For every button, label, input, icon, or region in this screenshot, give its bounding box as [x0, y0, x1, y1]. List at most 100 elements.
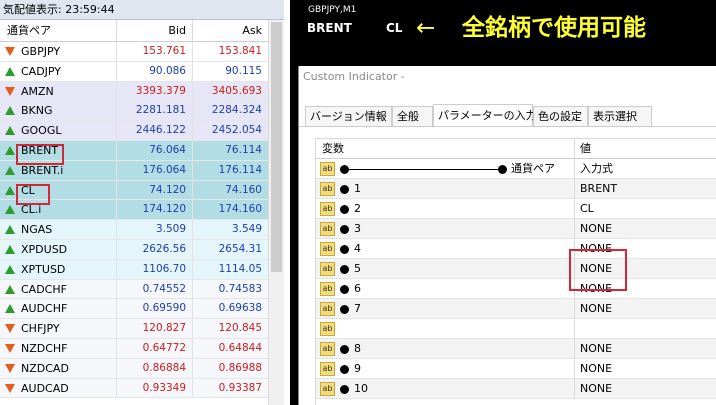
parameter-row[interactable]: ab 4 NONE	[316, 239, 716, 259]
tab-version-info[interactable]: バージョン情報	[305, 106, 392, 126]
ask-price: 120.845	[218, 322, 262, 335]
parameter-variable-cell: ab 通貨ペア	[316, 159, 575, 179]
market-watch-row[interactable]: XPDUSD 2626.56 2654.31	[0, 239, 268, 260]
symbol-name: AMZN	[0, 81, 117, 101]
string-type-icon: ab	[320, 262, 335, 276]
string-type-icon: ab	[320, 362, 335, 376]
market-watch-row[interactable]: CADJPY 90.086 90.115	[0, 61, 268, 82]
symbol-name: AUDCAD	[0, 378, 117, 398]
bid-price: 76.064	[117, 140, 193, 160]
parameter-row[interactable]: ab 1 BRENT	[316, 179, 716, 199]
market-watch-row[interactable]: NZDCAD 0.86884 0.86988	[0, 358, 268, 379]
parameter-variable-cell: ab 8	[316, 339, 575, 359]
market-watch-row[interactable]: XPTUSD 1106.70 1114.05	[0, 259, 268, 280]
market-watch-row[interactable]: AUDCHF 0.69590 0.69638	[0, 299, 268, 320]
price-up-arrow-icon	[5, 284, 15, 294]
parameter-row[interactable]: ab	[316, 319, 716, 339]
string-type-icon: ab	[320, 182, 335, 196]
market-watch-row[interactable]: BKNG 2281.181 2284.324	[0, 101, 268, 122]
ask-price: 74.160	[225, 183, 262, 196]
price-down-arrow-icon	[5, 86, 15, 96]
parameter-variable-cell: ab 10	[316, 379, 575, 399]
ask-price: 0.74583	[218, 282, 262, 295]
parameter-name: 2	[354, 202, 361, 215]
parameter-row[interactable]: ab 7 NONE	[316, 299, 716, 319]
parameter-value-cell[interactable]: NONE	[575, 379, 716, 399]
price-up-arrow-icon	[5, 165, 15, 175]
price-up-arrow-icon	[5, 106, 15, 116]
parameter-variable-cell: ab 5	[316, 259, 575, 279]
ask-price: 0.69638	[218, 302, 262, 315]
market-watch-row[interactable]: AUDCAD 0.93349 0.93387	[0, 378, 268, 399]
parameter-row[interactable]: ab 9 NONE	[316, 359, 716, 379]
parameter-row[interactable]: ab 6 NONE	[316, 279, 716, 299]
market-watch-row[interactable]: NGAS 3.509 3.549	[0, 220, 268, 240]
parameter-name: 1	[354, 182, 361, 195]
market-watch-row[interactable]: GBPJPY 153.761 153.841	[0, 42, 268, 62]
parameter-name: 9	[354, 362, 361, 375]
string-type-icon: ab	[320, 202, 335, 216]
parameter-value-cell[interactable]	[575, 319, 716, 339]
market-watch-rows: GBPJPY 153.761 153.841 CADJPY 90.086 90.115 AM…	[0, 42, 268, 399]
market-watch-scrollbar[interactable]	[268, 20, 284, 405]
parameter-variable-cell: ab 3	[316, 219, 575, 239]
market-watch-row[interactable]: CHFJPY 120.827 120.845	[0, 319, 268, 339]
bullet-icon	[340, 305, 349, 314]
ask-price: 0.93387	[218, 381, 262, 394]
parameter-value-cell[interactable]: 入力式	[575, 159, 716, 179]
column-ask-header[interactable]: Ask	[193, 20, 268, 42]
annotation-label-brent: BRENT	[307, 21, 352, 35]
parameter-value-cell[interactable]: NONE	[575, 339, 716, 359]
market-watch-row[interactable]: AMZN 3393.379 3405.693	[0, 81, 268, 102]
parameter-value-cell[interactable]: NONE	[575, 219, 716, 239]
parameter-row[interactable]: ab 3 NONE	[316, 219, 716, 239]
bullet-icon	[340, 265, 349, 274]
parameter-row[interactable]: ab 5 NONE	[316, 259, 716, 279]
price-down-arrow-icon	[5, 383, 15, 393]
string-type-icon: ab	[320, 162, 335, 176]
bullet-icon	[340, 225, 349, 234]
parameter-name: 4	[354, 242, 361, 255]
parameter-value-cell[interactable]: NONE	[575, 359, 716, 379]
annotation-text: 全銘柄で使用可能	[462, 15, 646, 41]
left-arrow-icon: ←	[416, 15, 436, 41]
scrollbar-thumb[interactable]	[271, 22, 282, 272]
market-watch-row[interactable]: CADCHF 0.74552 0.74583	[0, 279, 268, 300]
tab-colors[interactable]: 色の設定	[533, 106, 588, 126]
price-up-arrow-icon	[5, 126, 15, 136]
bid-price: 120.827	[117, 319, 193, 339]
bid-price: 0.93349	[117, 378, 193, 398]
dialog-tabs: バージョン情報 全般 パラメーターの入力 色の設定 表示選択	[299, 104, 716, 126]
parameter-name: 5	[354, 262, 361, 275]
column-value-header[interactable]: 値	[575, 139, 716, 159]
bid-price: 2281.181	[117, 101, 193, 121]
symbol-name: NZDCHF	[0, 338, 117, 358]
market-watch-header: 通貨ペア Bid Ask	[0, 20, 268, 42]
symbol-name: CADJPY	[0, 61, 117, 81]
bid-price: 2446.122	[117, 121, 193, 141]
parameter-row[interactable]: ab 10 NONE	[316, 379, 716, 399]
bullet-icon	[340, 365, 349, 374]
tab-visualization[interactable]: 表示選択	[588, 106, 652, 126]
column-variable-header[interactable]: 変数	[316, 139, 575, 159]
column-symbol-header[interactable]: 通貨ペア	[0, 20, 117, 42]
bid-price: 2626.56	[117, 239, 193, 259]
market-watch-row[interactable]: NZDCHF 0.64772 0.64844	[0, 338, 268, 359]
column-bid-header[interactable]: Bid	[117, 20, 193, 42]
price-down-arrow-icon	[5, 47, 15, 56]
parameter-row[interactable]: ab 通貨ペア 入力式	[316, 159, 716, 179]
price-up-arrow-icon	[5, 304, 15, 314]
parameter-value-cell[interactable]: NONE	[575, 299, 716, 319]
tab-general[interactable]: 全般	[392, 106, 433, 126]
parameter-row[interactable]: ab 8 NONE	[316, 339, 716, 359]
symbol-name: XPTUSD	[0, 259, 117, 279]
tab-parameters[interactable]: パラメーターの入力	[433, 104, 537, 126]
ask-price: 2654.31	[218, 242, 262, 255]
parameter-value-cell[interactable]: BRENT	[575, 179, 716, 199]
bid-price: 74.120	[117, 180, 193, 200]
parameter-row[interactable]: ab 2 CL	[316, 199, 716, 219]
ask-price: 76.114	[225, 143, 262, 156]
parameter-value-cell[interactable]: CL	[575, 199, 716, 219]
ask-price: 2284.324	[211, 104, 262, 117]
market-watch-row[interactable]: GOOGL 2446.122 2452.054	[0, 121, 268, 141]
